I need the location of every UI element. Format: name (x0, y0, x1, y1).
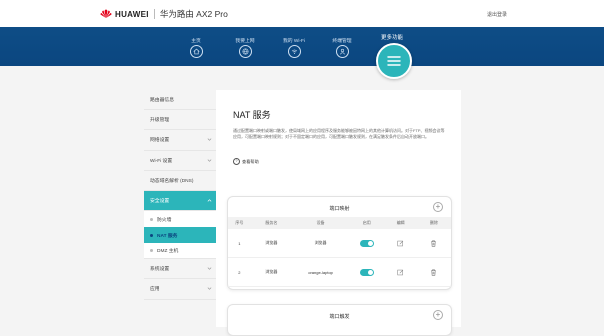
page-description: 通过配置端口映射或端口触发，使局域网上的应用程序及服务能够被因特网上的其他计算机… (233, 128, 445, 139)
sidebar-item-label: Wi-Fi 设置 (150, 158, 173, 164)
sidebar-item-label: 安全设置 (150, 199, 170, 205)
home-icon (189, 45, 203, 58)
enable-toggle[interactable] (359, 239, 374, 247)
globe-icon (238, 45, 252, 58)
column-header: 启用 (349, 217, 385, 229)
card-title: 端口触发 (329, 314, 350, 320)
help-link[interactable]: ? 查看帮助 (233, 158, 259, 165)
sidebar-subitem-label: 防火墙 (157, 217, 172, 223)
nav-item-wifi[interactable]: 我的 Wi-Fi (274, 37, 314, 58)
table-header-row: 序号 服务名 设备 启用 编辑 删除 (228, 217, 451, 229)
column-header: 服务名 (250, 217, 293, 229)
main-nav: 主页 我要上网 我的 Wi-Fi 终端管理 更多功能 (0, 27, 604, 66)
table-row: 1 浏览器 浏览器 (228, 229, 451, 258)
sidebar-item-label: 应用 (150, 287, 160, 293)
chevron-down-icon (207, 287, 212, 291)
product-name: 华为路由 AX2 Pro (159, 9, 228, 19)
sidebar-subitem-label: NAT 服务 (157, 233, 178, 239)
sidebar-subitem-dmz[interactable]: DMZ 主机 (144, 243, 216, 260)
nav-item-internet[interactable]: 我要上网 (225, 37, 265, 58)
enable-toggle[interactable] (359, 268, 374, 276)
brand: HUAWEI 华为路由 AX2 Pro (100, 8, 228, 20)
table-row: 2 浏览器 orange-laptop (228, 257, 451, 287)
user-icon (335, 45, 349, 58)
row-service: 浏览器 (250, 229, 293, 258)
row-device: orange-laptop (292, 257, 350, 287)
card-title: 端口映射 (329, 206, 350, 212)
help-icon: ? (233, 158, 240, 165)
edit-cell (384, 257, 417, 287)
toggle-knob (367, 269, 373, 275)
add-button[interactable]: + (433, 310, 443, 320)
nav-label: 我要上网 (235, 39, 255, 44)
row-index: 2 (228, 257, 251, 287)
huawei-logo-icon (100, 9, 112, 18)
column-header: 设备 (292, 217, 350, 229)
card-header: 端口触发 + (228, 305, 451, 325)
nav-item-home[interactable]: 主页 (176, 37, 216, 58)
port-mapping-card: 端口映射 + 序号 服务名 设备 启用 编辑 删除 1 浏览器 浏览器 2 浏览… (227, 196, 452, 290)
nav-label: 终端管理 (332, 39, 352, 44)
sidebar-item-network[interactable]: 网络设置 (144, 130, 216, 151)
brand-name: HUAWEI (115, 9, 149, 19)
edit-cell (384, 229, 417, 258)
more-features-button[interactable] (376, 43, 412, 79)
column-header: 编辑 (384, 217, 417, 229)
sidebar: 路由器信息 升级管理 网络设置 Wi-Fi 设置 动态域名解析 (DNS) 安全… (144, 90, 216, 300)
nav-label: 我的 Wi-Fi (282, 39, 306, 44)
delete-cell (416, 229, 451, 258)
sidebar-item-label: 升级管理 (150, 118, 170, 124)
sidebar-item-label: 动态域名解析 (DNS) (150, 178, 194, 184)
toggle-knob (367, 240, 373, 246)
page-title: NAT 服务 (233, 110, 271, 120)
bullet-icon (150, 217, 153, 221)
sidebar-subitem-label: DMZ 主机 (157, 249, 179, 255)
sidebar-item-security[interactable]: 安全设置 (144, 190, 216, 212)
nav-label: 更多功能 (380, 35, 403, 41)
bullet-icon (150, 249, 153, 253)
card-header: 端口映射 + (228, 197, 451, 217)
port-mapping-table: 序号 服务名 设备 启用 编辑 删除 1 浏览器 浏览器 2 浏览器 orang… (228, 217, 451, 287)
edit-icon[interactable] (397, 240, 404, 247)
delete-icon[interactable] (430, 269, 437, 276)
sidebar-item-apps[interactable]: 应用 (144, 279, 216, 300)
edit-icon[interactable] (397, 269, 404, 276)
sidebar-item-ddns[interactable]: 动态域名解析 (DNS) (144, 170, 216, 191)
top-header: HUAWEI 华为路由 AX2 Pro 退出登录 (0, 0, 604, 27)
sidebar-item-upgrade[interactable]: 升级管理 (144, 110, 216, 131)
enable-cell (349, 257, 385, 287)
row-device: 浏览器 (292, 229, 350, 258)
delete-icon[interactable] (430, 240, 437, 247)
sidebar-item-wifi[interactable]: Wi-Fi 设置 (144, 150, 216, 171)
nav-item-devices[interactable]: 终端管理 (322, 37, 362, 58)
wifi-icon (287, 45, 301, 58)
column-header: 删除 (416, 217, 451, 229)
chevron-down-icon (207, 267, 212, 270)
enable-cell (349, 229, 385, 258)
nav-item-more[interactable]: 更多功能 (372, 33, 412, 41)
chevron-up-icon (207, 199, 212, 202)
brand-divider (153, 9, 155, 19)
sidebar-subitem-firewall[interactable]: 防火墙 (144, 211, 216, 228)
row-service: 浏览器 (250, 257, 293, 287)
help-label: 查看帮助 (242, 158, 259, 164)
column-header: 序号 (228, 217, 251, 229)
row-index: 1 (228, 229, 251, 258)
sidebar-item-label: 系统设置 (150, 267, 170, 273)
delete-cell (416, 257, 451, 287)
chevron-down-icon (207, 158, 212, 162)
logout-link[interactable]: 退出登录 (487, 11, 507, 18)
main-content: NAT 服务 通过配置端口映射或端口触发，使局域网上的应用程序及服务能够被因特网… (216, 90, 461, 336)
sidebar-subitem-nat[interactable]: NAT 服务 (144, 227, 216, 244)
sidebar-item-router-info[interactable]: 路由器信息 (144, 90, 216, 111)
nav-label: 主页 (191, 39, 201, 44)
chevron-down-icon (207, 138, 212, 142)
sidebar-item-label: 网络设置 (150, 138, 170, 144)
add-button[interactable]: + (433, 202, 443, 212)
menu-icon (387, 56, 401, 66)
sidebar-item-label: 路由器信息 (150, 98, 174, 104)
bullet-icon (150, 233, 153, 237)
port-trigger-card: 端口触发 + (227, 304, 452, 336)
sidebar-item-system[interactable]: 系统设置 (144, 259, 216, 280)
